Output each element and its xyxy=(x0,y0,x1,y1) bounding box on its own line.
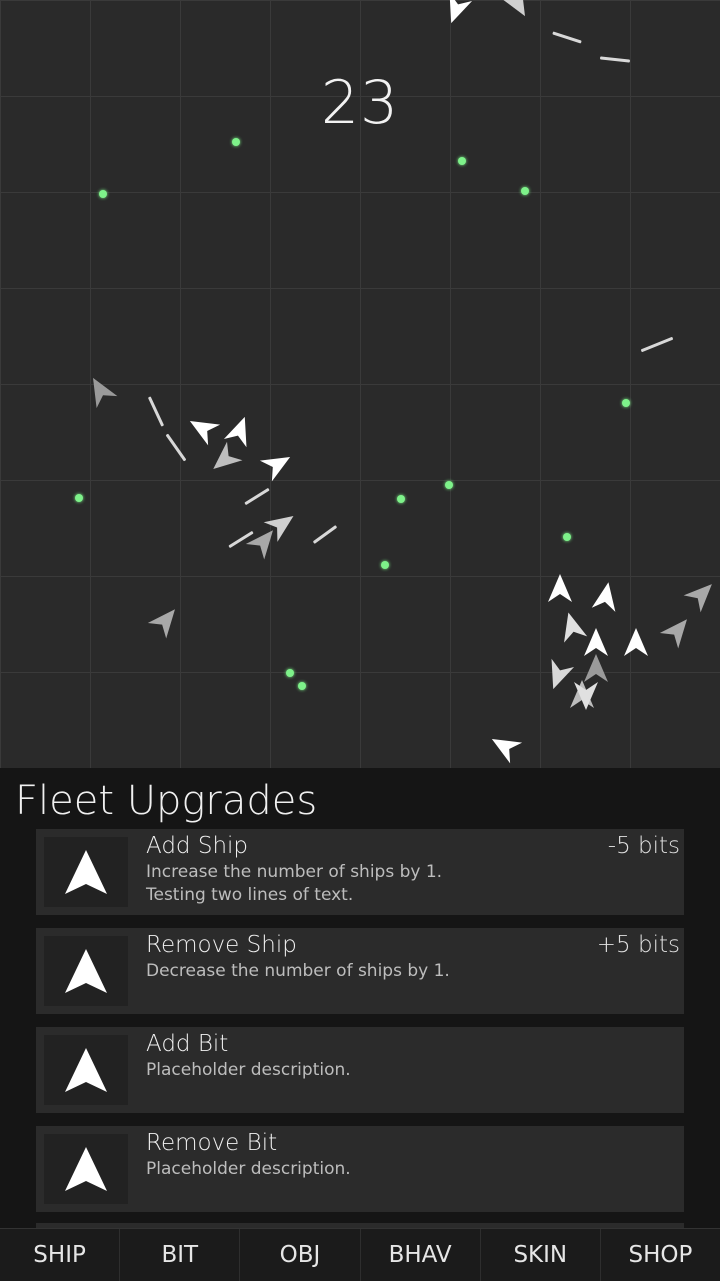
fleet-upgrades-panel: Fleet Upgrades Add Ship Increase the num… xyxy=(0,768,720,1228)
bit-pickup xyxy=(232,138,240,146)
bit-pickup xyxy=(458,157,466,165)
ship-icon xyxy=(147,609,175,639)
upgrade-card-remove-ship[interactable]: Remove Ship Decrease the number of ships… xyxy=(36,928,684,1014)
bit-pickup xyxy=(521,187,529,195)
ship-trail xyxy=(165,433,187,462)
ship-arrow-icon xyxy=(44,936,128,1006)
upgrade-description: Placeholder description. xyxy=(146,1060,351,1080)
ship-icon xyxy=(491,739,523,764)
ship-arrow-icon xyxy=(44,1035,128,1105)
ship-icon xyxy=(449,0,473,24)
score-counter: 23 xyxy=(320,68,400,138)
upgrade-name: Remove Bit xyxy=(146,1130,278,1156)
ship-icon xyxy=(548,574,572,602)
panel-title: Fleet Upgrades xyxy=(15,778,318,824)
bit-pickup xyxy=(298,682,306,690)
ship-icon xyxy=(591,582,616,612)
ship-icon xyxy=(93,377,118,409)
tab-bhav[interactable]: BHAV xyxy=(361,1229,481,1281)
ship-arrow-icon xyxy=(44,837,128,907)
bit-pickup xyxy=(445,481,453,489)
upgrade-card-add-bit[interactable]: Add Bit Placeholder description. xyxy=(36,1027,684,1113)
ship-trail xyxy=(640,336,674,353)
upgrade-description: Decrease the number of ships by 1. xyxy=(146,961,450,981)
tab-bit[interactable]: BIT xyxy=(120,1229,241,1281)
ship-icon xyxy=(683,584,712,613)
ship-icon xyxy=(259,457,291,482)
ship-arrow-icon xyxy=(44,1134,128,1204)
ship-icon xyxy=(624,628,648,656)
ship-trail xyxy=(552,31,582,44)
ship-icon xyxy=(659,619,687,649)
upgrade-description: Placeholder description. xyxy=(146,1159,351,1179)
tab-ship[interactable]: SHIP xyxy=(0,1229,121,1281)
ship-trail xyxy=(312,525,338,544)
bit-pickup xyxy=(286,669,294,677)
bit-pickup xyxy=(563,533,571,541)
game-playfield[interactable]: 23 xyxy=(0,0,720,768)
ship-trail xyxy=(244,487,270,506)
ship-trail xyxy=(599,56,631,63)
bit-pickup xyxy=(397,495,405,503)
ship-trail xyxy=(147,396,165,427)
tab-shop[interactable]: SHOP xyxy=(601,1229,720,1281)
ship-icon xyxy=(500,0,525,17)
upgrade-name: Add Ship xyxy=(146,833,249,859)
tab-skin[interactable]: SKIN xyxy=(481,1229,601,1281)
upgrade-name: Remove Ship xyxy=(146,932,297,958)
bit-pickup xyxy=(381,561,389,569)
upgrade-name: Add Bit xyxy=(146,1031,229,1057)
upgrade-card-add-ship[interactable]: Add Ship Increase the number of ships by… xyxy=(36,829,684,915)
upgrade-cost: -5 bits xyxy=(607,833,680,859)
bit-pickup xyxy=(622,399,630,407)
bottom-tab-bar: SHIP BIT OBJ BHAV SKIN SHOP xyxy=(0,1228,720,1281)
upgrade-cost: +5 bits xyxy=(596,932,680,958)
bit-pickup xyxy=(99,190,107,198)
bit-pickup xyxy=(75,494,83,502)
ship-icon xyxy=(574,682,598,710)
upgrade-card-remove-bit[interactable]: Remove Bit Placeholder description. xyxy=(36,1126,684,1212)
upgrade-description: Increase the number of ships by 1. Testi… xyxy=(146,862,443,905)
tab-obj[interactable]: OBJ xyxy=(240,1229,361,1281)
